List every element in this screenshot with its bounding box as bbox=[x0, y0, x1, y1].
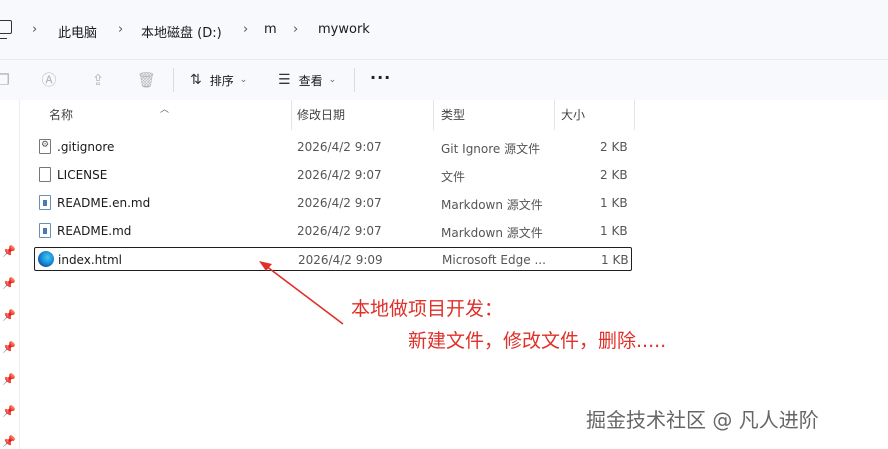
watermark: 掘金技术社区 @ 凡人进阶 bbox=[586, 408, 819, 432]
annotation-line-1: 本地做项目开发： bbox=[351, 298, 504, 320]
file-explorer-window: › 此电脑 › 本地磁盘 (D:) › m › mywork ❐ Ⓐ ⇪ 🗑 ⇅… bbox=[0, 0, 888, 449]
annotation-line-2: 新建文件，修改文件，删除..... bbox=[408, 330, 667, 352]
annotation-arrow bbox=[259, 261, 344, 325]
